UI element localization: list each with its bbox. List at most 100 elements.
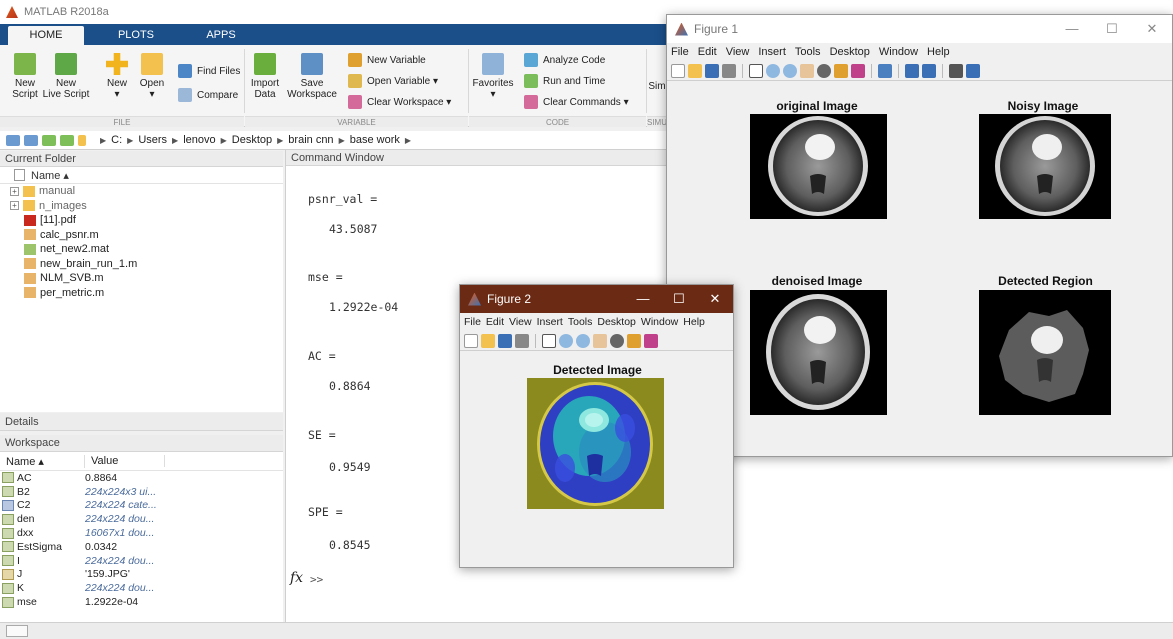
- print-icon[interactable]: [722, 63, 736, 78]
- table-row[interactable]: mse 1.2922e-04: [0, 595, 283, 609]
- menu-insert[interactable]: Insert: [537, 316, 563, 328]
- new-button[interactable]: New ▾: [100, 53, 134, 100]
- workspace-name-column[interactable]: Name ▴: [0, 454, 85, 468]
- breadcrumb-item[interactable]: lenovo: [183, 134, 215, 146]
- list-item[interactable]: per_metric.m: [0, 286, 283, 301]
- data-cursor-icon[interactable]: [627, 333, 641, 348]
- figure-2-titlebar[interactable]: Figure 2 — ☐ ✕: [460, 285, 733, 313]
- pan-icon[interactable]: [800, 63, 814, 78]
- current-folder-header[interactable]: Current Folder: [0, 151, 283, 167]
- menu-file[interactable]: File: [671, 46, 689, 58]
- zoom-out-icon[interactable]: [576, 333, 590, 348]
- zoom-out-icon[interactable]: [783, 63, 797, 78]
- figure-1-window[interactable]: Figure 1 — ☐ ✕ File Edit View Insert Too…: [666, 14, 1173, 457]
- hide-plot-tools-icon[interactable]: [949, 63, 963, 78]
- browse-folder-icon[interactable]: [60, 134, 74, 146]
- folder-name-column[interactable]: Name ▴: [0, 167, 283, 184]
- table-row[interactable]: I 224x224 dou...: [0, 554, 283, 568]
- breadcrumb-item[interactable]: base work: [350, 134, 400, 146]
- zoom-in-icon[interactable]: [559, 333, 573, 348]
- list-item[interactable]: calc_psnr.m: [0, 228, 283, 243]
- pointer-icon[interactable]: [542, 333, 556, 348]
- open-button[interactable]: Open ▾: [135, 53, 169, 100]
- new-figure-icon[interactable]: [671, 63, 685, 78]
- menu-view[interactable]: View: [726, 46, 750, 58]
- details-header[interactable]: Details: [0, 413, 283, 431]
- figure-1-titlebar[interactable]: Figure 1 — ☐ ✕: [667, 15, 1172, 43]
- figure-2-window[interactable]: Figure 2 — ☐ ✕ File Edit View Insert Too…: [459, 284, 734, 568]
- status-indicator-icon[interactable]: [6, 625, 28, 637]
- list-item[interactable]: + manual: [0, 184, 283, 199]
- new-variable-button[interactable]: New Variable: [348, 53, 426, 67]
- menu-desktop[interactable]: Desktop: [597, 316, 636, 328]
- breadcrumb-item[interactable]: C:: [111, 134, 122, 146]
- table-row[interactable]: dxx 16067x1 dou...: [0, 526, 283, 540]
- command-prompt[interactable]: >>: [310, 573, 323, 586]
- simulink-button[interactable]: Sim: [648, 81, 666, 92]
- menu-edit[interactable]: Edit: [486, 316, 504, 328]
- table-row[interactable]: K 224x224 dou...: [0, 581, 283, 595]
- import-data-button[interactable]: Import Data: [248, 53, 282, 100]
- open-file-icon[interactable]: [481, 333, 495, 348]
- pointer-icon[interactable]: [749, 63, 763, 78]
- forward-icon[interactable]: [24, 134, 38, 146]
- up-folder-icon[interactable]: [42, 134, 56, 146]
- menu-tools[interactable]: Tools: [795, 46, 821, 58]
- list-item[interactable]: net_new2.mat: [0, 242, 283, 257]
- list-item[interactable]: + n_images: [0, 199, 283, 214]
- zoom-in-icon[interactable]: [766, 63, 780, 78]
- new-live-script-button[interactable]: New Live Script: [40, 53, 92, 100]
- open-file-icon[interactable]: [688, 63, 702, 78]
- list-item[interactable]: NLM_SVB.m: [0, 271, 283, 286]
- minimize-icon[interactable]: —: [1052, 15, 1092, 43]
- legend-icon[interactable]: [922, 63, 936, 78]
- rotate-icon[interactable]: [817, 63, 831, 78]
- menu-tools[interactable]: Tools: [568, 316, 593, 328]
- close-icon[interactable]: ✕: [1132, 15, 1172, 43]
- menu-window[interactable]: Window: [641, 316, 678, 328]
- favorites-button[interactable]: Favorites ▾: [472, 53, 514, 100]
- maximize-icon[interactable]: ☐: [1092, 15, 1132, 43]
- function-browser-icon[interactable]: fx: [290, 570, 303, 586]
- menu-view[interactable]: View: [509, 316, 532, 328]
- menu-help[interactable]: Help: [927, 46, 950, 58]
- pan-icon[interactable]: [593, 333, 607, 348]
- breadcrumb-item[interactable]: brain cnn: [288, 134, 333, 146]
- save-workspace-button[interactable]: Save Workspace: [286, 53, 338, 100]
- expand-icon[interactable]: +: [10, 186, 19, 196]
- compare-button[interactable]: Compare: [178, 88, 238, 102]
- show-plot-tools-icon[interactable]: [966, 63, 980, 78]
- analyze-code-button[interactable]: Analyze Code: [524, 53, 605, 67]
- menu-desktop[interactable]: Desktop: [830, 46, 870, 58]
- close-icon[interactable]: ✕: [697, 285, 733, 313]
- maximize-icon[interactable]: ☐: [661, 285, 697, 313]
- menu-window[interactable]: Window: [879, 46, 918, 58]
- expand-icon[interactable]: +: [10, 201, 19, 211]
- minimize-icon[interactable]: —: [625, 285, 661, 313]
- clear-workspace-button[interactable]: Clear Workspace ▾: [348, 95, 451, 109]
- brush-icon[interactable]: [644, 333, 658, 348]
- menu-insert[interactable]: Insert: [758, 46, 786, 58]
- table-row[interactable]: den 224x224 dou...: [0, 512, 283, 526]
- table-row[interactable]: C2 224x224 cate...: [0, 499, 283, 513]
- breadcrumb-item[interactable]: Users: [138, 134, 167, 146]
- breadcrumb-item[interactable]: Desktop: [232, 134, 272, 146]
- clear-commands-button[interactable]: Clear Commands ▾: [524, 95, 629, 109]
- brush-icon[interactable]: [851, 63, 865, 78]
- save-icon[interactable]: [498, 333, 512, 348]
- new-script-button[interactable]: New Script: [8, 53, 42, 100]
- list-item[interactable]: [11].pdf: [0, 213, 283, 228]
- print-icon[interactable]: [515, 333, 529, 348]
- menu-help[interactable]: Help: [683, 316, 705, 328]
- table-row[interactable]: J '159.JPG': [0, 568, 283, 582]
- table-row[interactable]: AC 0.8864: [0, 471, 283, 485]
- save-icon[interactable]: [705, 63, 719, 78]
- run-and-time-button[interactable]: Run and Time: [524, 74, 605, 88]
- workspace-value-column[interactable]: Value: [85, 455, 165, 467]
- find-files-button[interactable]: Find Files: [178, 64, 240, 78]
- tab-home[interactable]: HOME: [8, 26, 84, 45]
- link-plot-icon[interactable]: [878, 63, 892, 78]
- menu-file[interactable]: File: [464, 316, 481, 328]
- tab-plots[interactable]: PLOTS: [104, 26, 168, 45]
- menu-edit[interactable]: Edit: [698, 46, 717, 58]
